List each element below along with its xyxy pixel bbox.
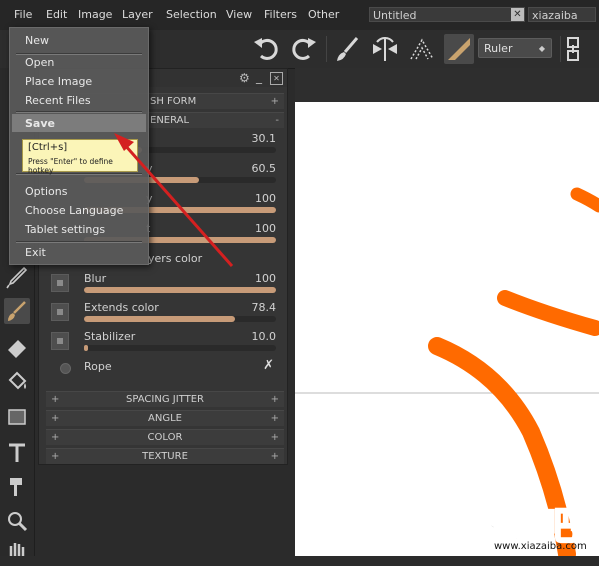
annotation-arrowhead — [114, 133, 134, 151]
watermark: 下载吧 www.xiazaiba.com — [458, 495, 599, 556]
annotation-arrow-line — [122, 143, 234, 267]
watermark-url: www.xiazaiba.com — [494, 541, 587, 552]
annotation-arrow-layer — [114, 133, 234, 267]
